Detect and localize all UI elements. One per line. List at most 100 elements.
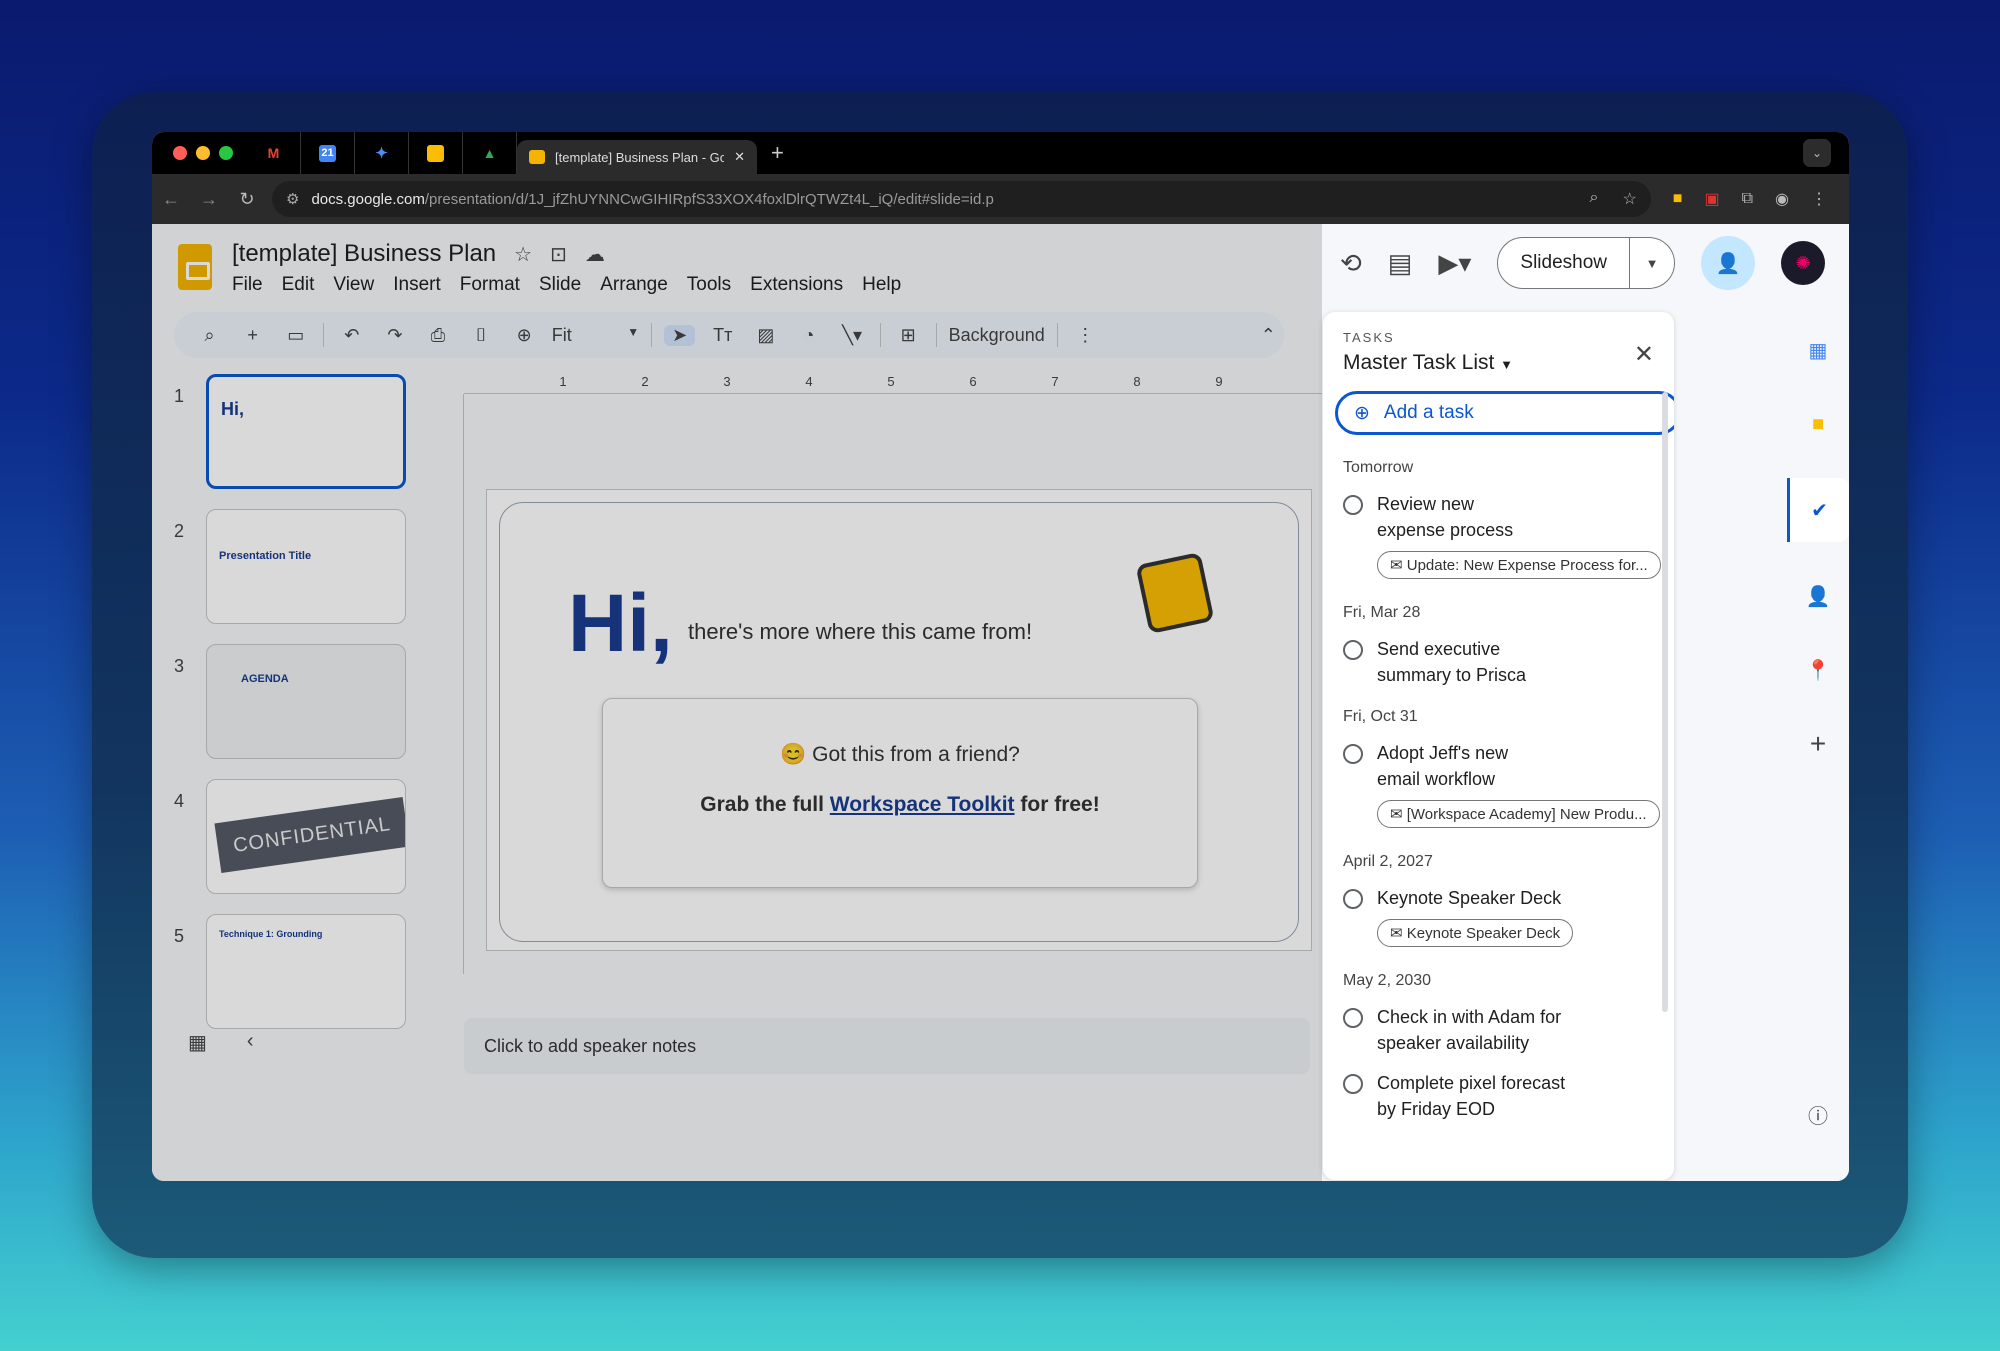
image-icon[interactable]: ▨	[750, 325, 781, 346]
version-history-icon[interactable]: ⟲	[1340, 248, 1362, 279]
zoom-select[interactable]: Fit ▼	[552, 325, 639, 346]
keep-extension-icon[interactable]: ■	[1673, 190, 1683, 208]
comments-icon[interactable]: ▤	[1388, 248, 1413, 279]
document-title[interactable]: [template] Business Plan	[232, 240, 496, 268]
slide-thumb-card[interactable]: Technique 1: Grounding	[206, 914, 406, 1029]
task-item[interactable]: Adopt Jeff's new email workflow ✉ [Works…	[1323, 732, 1674, 839]
new-tab-button[interactable]: +	[771, 140, 784, 166]
text-box-icon[interactable]: Tт	[707, 325, 738, 346]
tab-gemini[interactable]: ✦	[355, 132, 409, 174]
tab-keep[interactable]	[409, 132, 463, 174]
close-tab-icon[interactable]: ✕	[734, 149, 745, 165]
meet-video-icon[interactable]: ▶▾	[1438, 248, 1471, 279]
slide-thumb-1[interactable]: 1 Hi,	[174, 374, 484, 509]
menu-insert[interactable]: Insert	[393, 274, 441, 296]
task-complete-checkbox[interactable]	[1343, 640, 1363, 660]
tasks-icon[interactable]: ✔	[1787, 478, 1849, 542]
grid-view-icon[interactable]: ▦	[188, 1030, 207, 1055]
menu-help[interactable]: Help	[862, 274, 901, 296]
task-item[interactable]: Review new expense process ✉ Update: New…	[1323, 483, 1674, 590]
redo-icon[interactable]: ↷	[379, 325, 410, 346]
slide-thumb-card[interactable]: AGENDA	[206, 644, 406, 759]
url-field[interactable]: ⚙ docs.google.com /presentation/d/1J_jfZ…	[272, 181, 1651, 217]
line-icon[interactable]: ╲▾	[837, 325, 868, 346]
calendar-extension-icon[interactable]: ▣	[1704, 189, 1719, 209]
search-menus-icon[interactable]: ⌕	[194, 325, 225, 346]
tab-search-button[interactable]: ⌄	[1803, 139, 1831, 167]
star-icon[interactable]: ☆	[514, 242, 532, 267]
close-window-button[interactable]	[173, 146, 187, 160]
menu-arrange[interactable]: Arrange	[600, 274, 668, 296]
menu-tools[interactable]: Tools	[687, 274, 731, 296]
back-icon[interactable]: ←	[152, 189, 190, 210]
task-complete-checkbox[interactable]	[1343, 495, 1363, 515]
slide-thumb-4[interactable]: 4 CONFIDENTIAL	[174, 779, 484, 914]
task-complete-checkbox[interactable]	[1343, 744, 1363, 764]
contacts-icon[interactable]: 👤	[1798, 576, 1838, 616]
task-complete-checkbox[interactable]	[1343, 889, 1363, 909]
slide-thumb-card[interactable]: Hi,	[206, 374, 406, 489]
get-addons-icon[interactable]: +	[1798, 724, 1838, 764]
menu-edit[interactable]: Edit	[282, 274, 315, 296]
shape-icon[interactable]: ◔	[793, 325, 824, 346]
menu-format[interactable]: Format	[460, 274, 520, 296]
tab-active[interactable]: [template] Business Plan - Google Slides…	[517, 140, 757, 174]
menu-extensions[interactable]: Extensions	[750, 274, 843, 296]
zoom-icon[interactable]: ⊕	[509, 325, 540, 346]
reload-icon[interactable]: ↻	[228, 189, 266, 210]
collapse-toolbar-icon[interactable]: ⌃	[1253, 325, 1284, 346]
browser-menu-icon[interactable]: ⋮	[1811, 189, 1827, 209]
site-settings-icon[interactable]: ⚙	[286, 190, 299, 208]
cloud-saved-icon[interactable]: ☁	[585, 242, 605, 267]
task-item[interactable]: Send executive summary to Prisca	[1323, 628, 1674, 694]
task-item[interactable]: Complete pixel forecast by Friday EOD	[1323, 1062, 1674, 1128]
slide-subtitle[interactable]: there's more where this came from!	[688, 619, 1032, 645]
tasks-scrollbar[interactable]	[1662, 392, 1668, 1012]
tab-calendar[interactable]: 21	[301, 132, 355, 174]
task-title[interactable]: Adopt Jeff's new email workflow	[1377, 740, 1547, 792]
task-email-chip[interactable]: ✉ Update: New Expense Process for...	[1377, 551, 1661, 579]
avatar[interactable]: ✺	[1781, 241, 1825, 285]
slideshow-button[interactable]: Slideshow	[1498, 238, 1630, 288]
current-slide[interactable]: Hi, there's more where this came from! 😊…	[486, 489, 1312, 951]
slide-thumb-5[interactable]: 5 Technique 1: Grounding	[174, 914, 484, 1049]
zoom-window-button[interactable]	[219, 146, 233, 160]
menu-slide[interactable]: Slide	[539, 274, 581, 296]
maps-icon[interactable]: 📍	[1798, 650, 1838, 690]
info-icon[interactable]: ⓘ	[1798, 1094, 1838, 1134]
promo-box[interactable]: 😊 Got this from a friend? Grab the full …	[602, 698, 1198, 888]
layout-icon[interactable]: ▭	[280, 325, 311, 346]
task-email-chip[interactable]: ✉ [Workspace Academy] New Produ...	[1377, 800, 1660, 828]
zoom-icon[interactable]: ⌕	[1589, 189, 1598, 209]
speaker-notes[interactable]: Click to add speaker notes	[464, 1018, 1310, 1074]
background-button[interactable]: Background	[949, 325, 1045, 346]
task-title[interactable]: Complete pixel forecast by Friday EOD	[1377, 1070, 1577, 1122]
slide-hi-heading[interactable]: Hi,	[568, 577, 673, 671]
bookmark-star-icon[interactable]: ☆	[1622, 189, 1636, 209]
calendar-icon[interactable]: ▦	[1798, 330, 1838, 370]
slide-thumb-card[interactable]: CONFIDENTIAL	[206, 779, 406, 894]
task-complete-checkbox[interactable]	[1343, 1008, 1363, 1028]
slide-canvas[interactable]: Hi, there's more where this came from! 😊…	[464, 394, 1322, 984]
move-folder-icon[interactable]: ⊡	[550, 242, 567, 267]
select-cursor-icon[interactable]: ➤	[664, 324, 696, 346]
share-button[interactable]: 👤	[1701, 236, 1755, 290]
slide-thumb-3[interactable]: 3 AGENDA	[174, 644, 484, 779]
task-title[interactable]: Send executive summary to Prisca	[1377, 636, 1577, 688]
more-options-icon[interactable]: ⋮	[1070, 325, 1101, 346]
keep-icon[interactable]: ■	[1798, 404, 1838, 444]
slide-thumb-2[interactable]: 2 Presentation Title	[174, 509, 484, 644]
extensions-puzzle-icon[interactable]: ⧉	[1742, 190, 1753, 208]
tab-drive[interactable]: ▲	[463, 132, 517, 174]
task-list-select[interactable]: Master Task List ▼	[1343, 351, 1654, 375]
task-title[interactable]: Review new expense process	[1377, 491, 1547, 543]
slides-logo-icon[interactable]	[178, 244, 212, 290]
profile-icon[interactable]: ◉	[1775, 189, 1789, 209]
forward-icon[interactable]: →	[190, 189, 228, 210]
task-email-chip[interactable]: ✉ Keynote Speaker Deck	[1377, 919, 1574, 947]
print-icon[interactable]: ⎙	[422, 325, 453, 346]
new-slide-icon[interactable]: +	[237, 325, 268, 346]
tab-gmail[interactable]: M	[247, 132, 301, 174]
collapse-filmstrip-icon[interactable]: ‹	[247, 1030, 254, 1055]
undo-icon[interactable]: ↶	[336, 325, 367, 346]
